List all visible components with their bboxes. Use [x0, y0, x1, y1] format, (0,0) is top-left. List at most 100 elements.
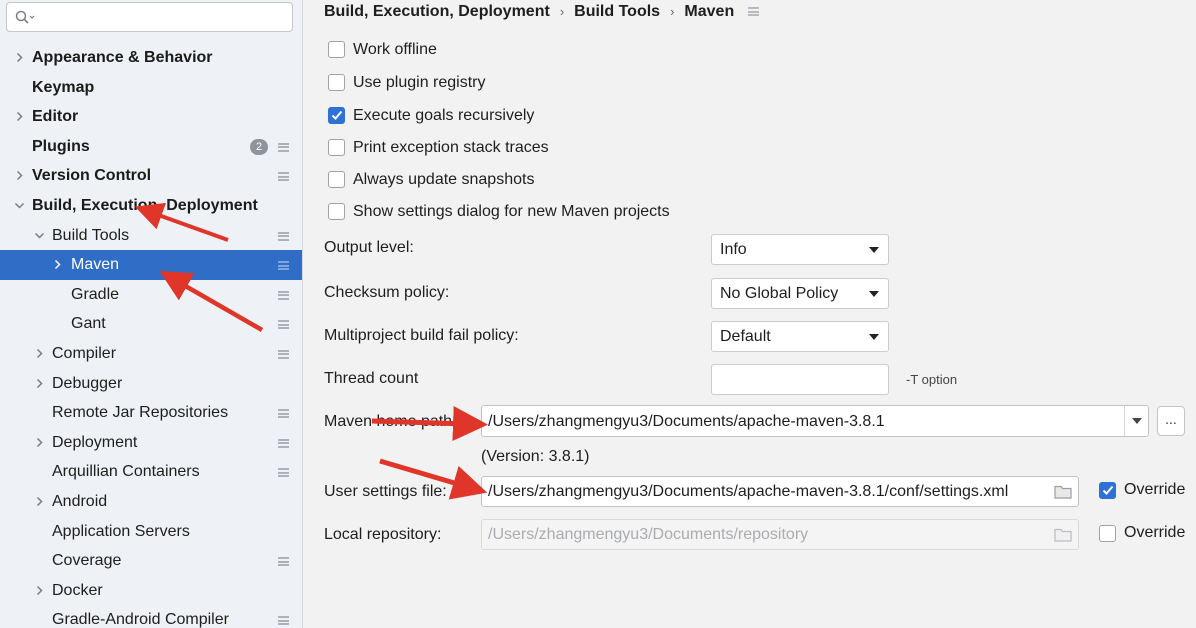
sidebar-item-version-control[interactable]: Version Control	[0, 161, 302, 191]
chevron-right-icon[interactable]	[12, 161, 26, 191]
work-offline-checkbox[interactable]	[328, 41, 345, 58]
settings-tree: Appearance & Behavior Keymap Editor Plugins…	[0, 43, 302, 628]
thread-count-label: Thread count	[324, 370, 419, 387]
search-icon	[15, 10, 35, 24]
chevron-down-icon[interactable]	[12, 191, 26, 221]
sidebar-item-build-execution-deployment[interactable]: Build, Execution, Deployment	[0, 191, 302, 221]
execute-goals-recursively-label: Execute goals recursively	[353, 107, 535, 124]
chevron-right-icon[interactable]	[32, 339, 46, 369]
update-count-badge: 2	[250, 138, 268, 155]
user-settings-label: User settings file:	[324, 483, 447, 500]
sidebar-item-docker[interactable]: Docker	[0, 576, 302, 606]
settings-icon	[278, 142, 289, 152]
sidebar-item-label: Plugins	[32, 137, 90, 155]
sidebar-item-label: Build Tools	[52, 226, 130, 244]
settings-icon	[278, 616, 289, 626]
print-exception-stack-traces-checkbox[interactable]	[328, 139, 345, 156]
maven-home-label: Maven home path:	[324, 413, 457, 430]
user-settings-field[interactable]: /Users/zhangmengyu3/Documents/apache-mav…	[481, 476, 1079, 507]
override-checkbox[interactable]	[1099, 525, 1116, 542]
folder-icon	[1054, 528, 1072, 542]
sidebar-item-compiler[interactable]: Compiler	[0, 339, 302, 369]
use-plugin-registry-checkbox[interactable]	[328, 74, 345, 91]
fail-policy-value: Default	[720, 328, 771, 345]
print-exception-stack-traces-label: Print exception stack traces	[353, 139, 549, 156]
local-repo-value: /Users/zhangmengyu3/Documents/repository	[488, 526, 809, 543]
sidebar-item-label: Debugger	[52, 374, 123, 392]
sidebar-item-label: Gant	[71, 315, 106, 333]
settings-icon	[278, 172, 289, 182]
sidebar-item-arquillian-containers[interactable]: Arquillian Containers	[0, 457, 302, 487]
breadcrumb-separator: ›	[670, 4, 675, 19]
sidebar-item-label: Build, Execution, Deployment	[32, 196, 258, 214]
sidebar-item-editor[interactable]: Editor	[0, 102, 302, 132]
chevron-right-icon[interactable]	[32, 369, 46, 399]
sidebar-item-label: Appearance & Behavior	[32, 49, 213, 66]
chevron-right-icon[interactable]	[12, 43, 26, 73]
checksum-policy-select[interactable]: No Global Policy	[711, 278, 889, 309]
maven-settings-panel: Build, Execution, Deployment › Build Tools…	[304, 0, 1196, 628]
chevron-down-icon[interactable]	[32, 221, 46, 251]
sidebar-item-label: Version Control	[32, 167, 152, 185]
sidebar-item-gant[interactable]: Gant	[0, 309, 302, 339]
browse-button[interactable]: ...	[1157, 406, 1185, 436]
breadcrumb-item: Maven	[684, 3, 735, 20]
sidebar-item-maven[interactable]: Maven	[0, 250, 302, 280]
output-level-value: Info	[720, 241, 747, 258]
fail-policy-select[interactable]: Default	[711, 321, 889, 352]
thread-count-hint: -T option	[906, 372, 958, 387]
checkmark-icon	[1102, 485, 1114, 495]
show-settings-dialog-for-new-maven-projects-checkbox[interactable]	[328, 203, 345, 220]
sidebar-item-plugins[interactable]: Plugins 2	[0, 132, 302, 162]
chevron-right-icon[interactable]	[50, 250, 64, 280]
dropdown-arrow-icon	[869, 334, 879, 340]
breadcrumb-separator: ›	[559, 4, 565, 19]
settings-icon	[278, 468, 289, 478]
sidebar-item-gradle[interactable]: Gradle	[0, 280, 302, 310]
sidebar-item-label: Editor	[32, 108, 79, 126]
show-settings-dialog-for-new-maven-projects-label: Show settings dialog for new Maven proje…	[353, 203, 670, 220]
sidebar-item-label: Maven	[71, 256, 120, 274]
output-level-select[interactable]: Info	[711, 234, 889, 265]
maven-home-dropdown[interactable]	[1124, 406, 1148, 436]
settings-icon	[278, 231, 289, 241]
sidebar-item-label: Compiler	[52, 344, 117, 362]
breadcrumb-item[interactable]: Build, Execution, Deployment	[324, 2, 550, 22]
thread-count-input[interactable]	[711, 364, 889, 395]
breadcrumb-item[interactable]: Build Tools	[574, 2, 660, 22]
sidebar-item-deployment[interactable]: Deployment	[0, 428, 302, 458]
sidebar-item-label: Remote Jar Repositories	[52, 404, 229, 422]
maven-home-combo[interactable]: /Users/zhangmengyu3/Documents/apache-mav…	[481, 405, 1149, 437]
folder-icon[interactable]	[1054, 484, 1072, 499]
settings-icon	[278, 261, 289, 271]
sidebar-item-application-servers[interactable]: Application Servers	[0, 517, 302, 547]
breadcrumb: Build, Execution, Deployment › Build Tools…	[324, 2, 760, 22]
override-label: Override	[1124, 524, 1186, 541]
sidebar-item-remote-jar-repositories[interactable]: Remote Jar Repositories	[0, 398, 302, 428]
user-settings-value: /Users/zhangmengyu3/Documents/apache-mav…	[488, 483, 1009, 500]
always-update-snapshots-label: Always update snapshots	[353, 171, 535, 188]
always-update-snapshots-checkbox[interactable]	[328, 171, 345, 188]
settings-icon	[278, 349, 289, 359]
sidebar-item-appearance-behavior[interactable]: Appearance & Behavior	[0, 43, 302, 73]
sidebar-item-build-tools[interactable]: Build Tools	[0, 221, 302, 251]
settings-icon	[278, 320, 289, 330]
local-repo-label: Local repository:	[324, 526, 442, 543]
sidebar-item-keymap[interactable]: Keymap	[0, 73, 302, 103]
sidebar-item-debugger[interactable]: Debugger	[0, 369, 302, 399]
execute-goals-recursively-checkbox[interactable]	[328, 107, 345, 124]
sidebar-item-label: Android	[52, 492, 108, 510]
search-input[interactable]	[6, 2, 293, 32]
sidebar-item-android[interactable]: Android	[0, 487, 302, 517]
sidebar-item-gradle-android-compiler[interactable]: Gradle-Android Compiler	[0, 605, 302, 628]
maven-version-text: (Version: 3.8.1)	[481, 448, 590, 465]
chevron-right-icon[interactable]	[32, 428, 46, 458]
override-checkbox[interactable]	[1099, 482, 1116, 499]
dropdown-arrow-icon	[869, 291, 879, 297]
sidebar-item-coverage[interactable]: Coverage	[0, 546, 302, 576]
chevron-right-icon[interactable]	[32, 487, 46, 517]
chevron-right-icon[interactable]	[12, 102, 26, 132]
sidebar-item-label: Gradle	[71, 285, 120, 303]
settings-icon	[278, 290, 289, 300]
chevron-right-icon[interactable]	[32, 576, 46, 606]
